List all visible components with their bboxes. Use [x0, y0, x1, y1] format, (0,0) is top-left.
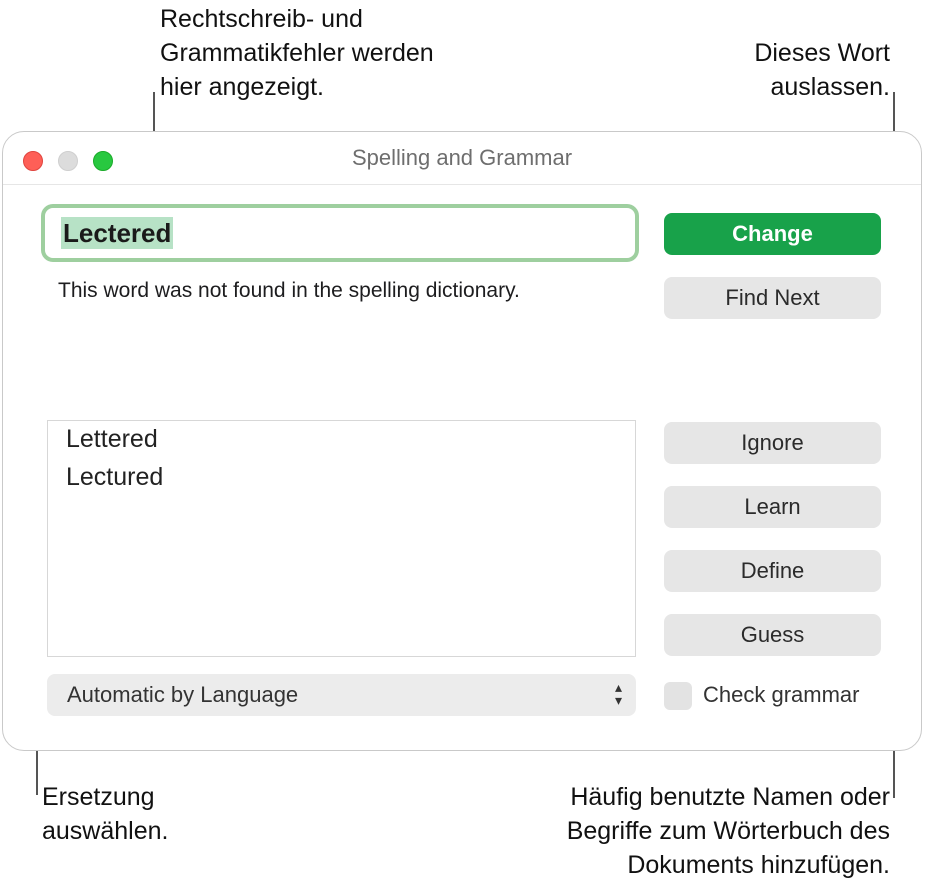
title-bar: Spelling and Grammar: [3, 132, 921, 185]
misspelled-word-field[interactable]: Lectered: [41, 204, 639, 262]
callout-spelling-errors: Rechtschreib- und Grammatikfehler werden…: [160, 5, 434, 101]
spelling-message: This word was not found in the spelling …: [58, 279, 520, 302]
check-grammar-checkbox[interactable]: [664, 682, 692, 710]
language-select[interactable]: Automatic by Language ▴ ▾: [47, 674, 636, 716]
callout-choose-replacement: Ersetzung auswählen.: [42, 783, 169, 845]
suggestion-item[interactable]: Lectured: [66, 463, 163, 492]
misspelled-word: Lectered: [61, 217, 174, 249]
suggestion-item[interactable]: Lettered: [66, 425, 158, 454]
language-select-value: Automatic by Language: [67, 682, 299, 707]
ignore-button[interactable]: Ignore: [664, 422, 881, 464]
window-title: Spelling and Grammar: [351, 145, 573, 170]
up-down-chevron-icon: ▴ ▾: [614, 679, 622, 708]
callout-ignore-word: Dieses Wort auslassen.: [754, 39, 890, 101]
spelling-grammar-window: Spelling and Grammar Lectered This word …: [2, 131, 922, 751]
find-next-button[interactable]: Find Next: [664, 277, 881, 319]
check-grammar-label: Check grammar: [703, 682, 860, 707]
change-button[interactable]: Change: [664, 213, 881, 255]
learn-button[interactable]: Learn: [664, 486, 881, 528]
callout-learn-word: Häufig benutzte Namen oder Begriffe zum …: [566, 783, 890, 879]
guess-button[interactable]: Guess: [664, 614, 881, 656]
suggestions-list[interactable]: Lettered Lectured: [47, 420, 636, 657]
define-button[interactable]: Define: [664, 550, 881, 592]
